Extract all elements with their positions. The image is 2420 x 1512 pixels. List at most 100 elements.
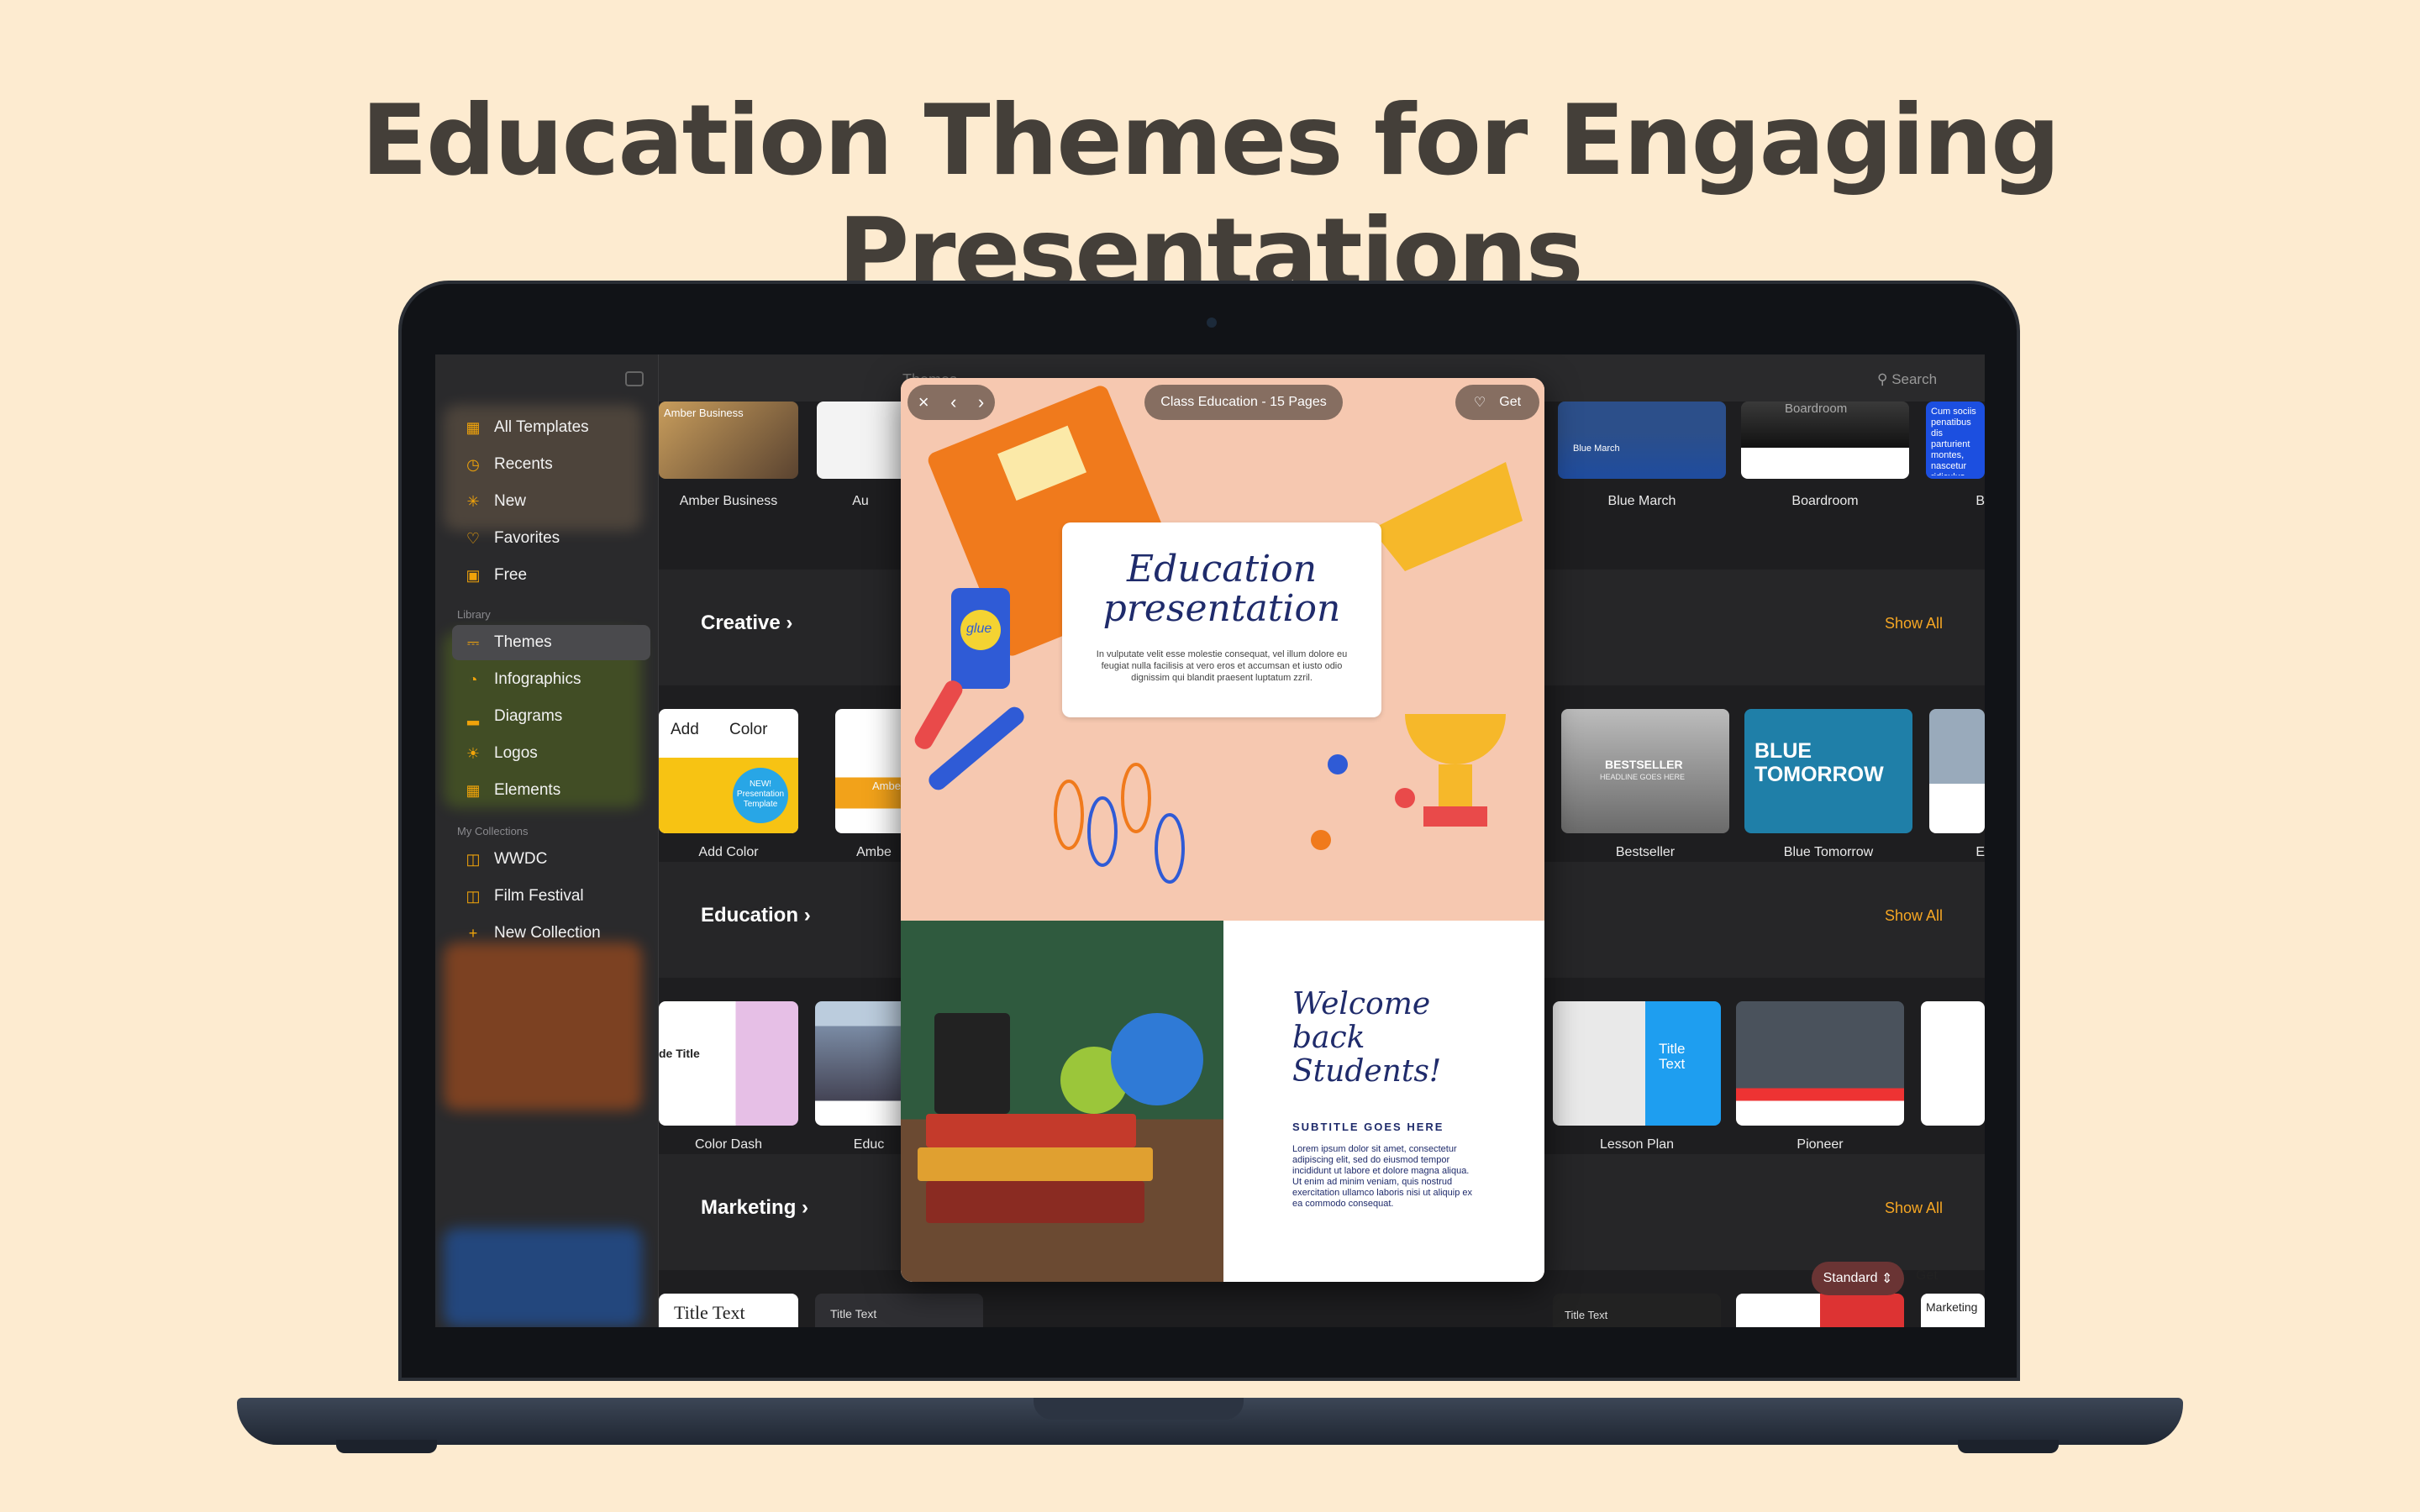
slide-body: In vulputate velit esse molestie consequ… [1096,649,1348,683]
section-title[interactable]: Marketing › [701,1196,808,1220]
sparkle-icon: ✳ [466,492,480,510]
template-card-blue-march[interactable]: Blue March [1558,402,1726,479]
template-card-marketing-4[interactable] [1736,1294,1904,1327]
page-headline: Education Themes for Engaging Presentati… [360,84,2060,311]
sidebar-item-label: Diagrams [494,707,563,725]
slide-title-card: Education presentation In vulputate veli… [1062,522,1381,717]
sidebar-item-all-templates[interactable]: ▦ All Templates [452,410,650,445]
search-field[interactable]: ⚲ Search [1877,371,1937,388]
card-text: Boardroom [1785,402,1848,416]
section-label-collections: My Collections [457,825,529,837]
heart-icon[interactable]: ♡ [1474,394,1486,411]
card-label: Blue March [1607,494,1676,508]
template-card-amber-business[interactable]: Amber Business [659,402,798,479]
modal-actions: ♡ Get [1455,385,1539,420]
modal-nav-controls: × ‹ › [908,385,995,420]
sidebar-item-wwdc[interactable]: ◫ WWDC [452,842,650,877]
template-card-marketing-1[interactable]: Title Text [659,1294,798,1327]
close-icon[interactable]: × [918,391,929,413]
template-card-marketing-2[interactable]: Title Text [815,1294,983,1327]
globe [1111,1013,1203,1105]
book-stack [926,1114,1136,1147]
sidebar-item-diagrams[interactable]: ▂ Diagrams [452,699,650,734]
section-title[interactable]: Education › [701,904,811,927]
get-button-small[interactable]: Get [1916,1268,1938,1284]
sidebar-toggle-icon[interactable] [625,371,644,386]
template-card-marketing-3[interactable]: Title Text [1553,1294,1721,1327]
laptop-foot-left [336,1440,437,1453]
lightbulb-icon: ☀ [466,744,481,762]
book-stack [926,1181,1144,1223]
card-text: Title Text [1565,1309,1608,1321]
sidebar-item-label: Free [494,566,528,584]
template-card-au[interactable] [817,402,909,479]
size-standard-dropdown[interactable]: Standard ⇕ [1812,1262,1904,1295]
sidebar-item-elements[interactable]: ▦ Elements [452,773,650,808]
dropdown-label: Standard [1823,1271,1878,1285]
template-card-pioneer[interactable] [1736,1001,1904,1126]
sidebar-item-favorites[interactable]: ♡ Favorites [452,521,650,556]
chart-pie-icon: ◔ [468,670,478,688]
chevron-right-icon[interactable]: › [978,391,984,413]
card-text: de Title [659,1047,700,1060]
template-card-b[interactable]: Cum sociis penatibus dis parturient mont… [1926,402,1985,479]
sidebar-item-free[interactable]: ▣ Free [452,558,650,593]
sidebar-item-label: Recents [494,455,553,473]
template-card-boardroom[interactable]: Boardroom [1741,402,1909,479]
template-card-marketing-5[interactable]: Marketing [1921,1294,1985,1327]
bag-icon: ▣ [466,566,481,584]
sidebar-item-recents[interactable]: ◷ Recents [452,447,650,482]
section-title-text: Marketing [701,1196,797,1219]
sidebar-item-new-collection[interactable]: + New Collection [452,916,650,951]
sidebar-item-label: New [494,492,527,510]
chevron-right-icon: › [803,904,811,927]
template-card-add-color[interactable]: Add Color NEW! Presentation Template [659,709,798,833]
card-label: Lesson Plan [1599,1137,1675,1152]
sidebar-item-label: Favorites [494,529,560,547]
card-text: Ambe [872,780,901,792]
card-label: Color Dash [694,1137,763,1152]
card-label: Bestseller [1615,845,1676,859]
show-all-link[interactable]: Show All [1885,615,1943,633]
clock-icon: ◷ [466,455,480,473]
sidebar-item-label: All Templates [494,418,589,436]
chevron-right-icon: › [786,612,793,634]
sidebar-item-label: Logos [494,744,538,762]
card-label: B [1975,494,1985,508]
pencil-cup [934,1013,1010,1114]
show-all-link[interactable]: Show All [1885,907,1943,925]
sidebar-item-infographics[interactable]: ◔ Infographics [452,662,650,697]
section-title[interactable]: Creative › [701,612,792,635]
card-text: HEADLINE GOES HERE [1600,773,1686,781]
card-text: Title Text [674,1302,745,1323]
get-button[interactable]: Get [1499,395,1521,410]
template-card-lesson-plan[interactable]: Title Text [1553,1001,1721,1126]
welcome-heading: Welcome back Students! [1292,987,1442,1089]
show-all-link[interactable]: Show All [1885,1200,1943,1217]
chevron-left-icon[interactable]: ‹ [950,391,956,413]
card-text: Title Text [830,1307,877,1320]
template-card-blue-tomorrow[interactable]: BLUE TOMORROW [1744,709,1912,833]
template-card-partial[interactable] [1921,1001,1985,1126]
chevron-right-icon: › [802,1196,809,1219]
sidebar-item-label: Film Festival [494,887,584,905]
sidebar-item-logos[interactable]: ☀ Logos [452,736,650,771]
grid-icon: ▦ [466,418,481,436]
sidebar-item-label: WWDC [494,850,548,868]
template-card-e[interactable] [1929,709,1985,833]
sidebar-item-film-festival[interactable]: ◫ Film Festival [452,879,650,914]
card-text: Marketing [1926,1300,1978,1314]
section-title-text: Creative [701,612,781,634]
card-text: Cum sociis penatibus dis parturient mont… [1931,407,1976,475]
card-text: Blue March [1573,444,1620,454]
slide-title-line2: presentation [1102,587,1341,630]
template-card-bestseller[interactable]: BESTSELLER HEADLINE GOES HERE [1561,709,1729,833]
template-card-color-dash[interactable]: de Title [659,1001,798,1126]
sidebar-item-themes[interactable]: ⎓ Themes [452,625,650,660]
card-text: Color [729,721,768,738]
sidebar-item-new[interactable]: ✳ New [452,484,650,519]
card-label: Blue Tomorrow [1783,845,1874,859]
slide-title-line1: Education [1126,548,1318,591]
sidebar-backdrop [444,1228,642,1327]
search-label: Search [1891,371,1938,387]
